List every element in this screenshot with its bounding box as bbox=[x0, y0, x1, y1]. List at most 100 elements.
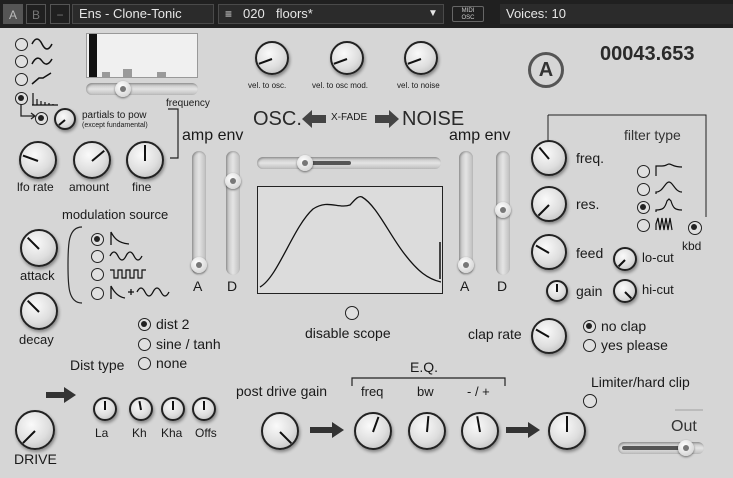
filter-res-label: res. bbox=[576, 196, 600, 212]
kha-knob[interactable] bbox=[161, 397, 185, 421]
vel-to-noise-knob[interactable] bbox=[404, 41, 438, 75]
dist-sine-tanh-radio[interactable] bbox=[138, 338, 151, 351]
value-display: 00043.653 bbox=[600, 43, 695, 65]
eq-minus-plus-label: - / + bbox=[467, 384, 490, 399]
post-drive-gain-knob[interactable] bbox=[261, 412, 299, 450]
offs-knob[interactable] bbox=[192, 397, 216, 421]
out-divider bbox=[675, 409, 703, 411]
filter-freq-label: freq. bbox=[576, 150, 605, 166]
attack-label: attack bbox=[20, 268, 55, 283]
a-button[interactable]: A bbox=[3, 4, 23, 24]
partials-graph[interactable] bbox=[86, 33, 198, 78]
no-clap-radio[interactable] bbox=[583, 320, 596, 333]
limiter-label: Limiter/hard clip bbox=[591, 374, 690, 390]
vel-to-osc-mod-label: vel. to osc mod. bbox=[312, 81, 369, 90]
partials-label: partials to pow bbox=[82, 110, 147, 121]
preset-selector[interactable]: ≡ 020 floors* ▼ bbox=[218, 4, 444, 24]
lfo-rate-knob[interactable] bbox=[19, 141, 57, 179]
xfade-slider[interactable] bbox=[257, 155, 441, 171]
minus-button[interactable]: − bbox=[50, 4, 70, 24]
dist-none-label: none bbox=[156, 355, 188, 371]
partial-bar-3 bbox=[123, 69, 132, 77]
midi-label: MIDI bbox=[461, 8, 475, 14]
out-volume-slider[interactable] bbox=[618, 440, 704, 456]
dist-none-radio[interactable] bbox=[138, 357, 151, 370]
output-gain-knob[interactable] bbox=[548, 412, 586, 450]
kh-knob[interactable] bbox=[129, 397, 153, 421]
lfo-wave-sine-radio[interactable] bbox=[15, 38, 28, 51]
amp-env-right-attack-slider[interactable] bbox=[458, 151, 474, 275]
post-drive-gain-label: post drive gain bbox=[236, 383, 328, 399]
voices-display: Voices: 10 bbox=[500, 4, 733, 24]
amp-env-right-attack-thumb[interactable] bbox=[458, 257, 474, 273]
la-knob[interactable] bbox=[93, 397, 117, 421]
frequency-slider[interactable] bbox=[86, 81, 198, 97]
instrument-name[interactable]: Ens - Clone-Tonic bbox=[72, 4, 214, 24]
fine-knob[interactable] bbox=[126, 141, 164, 179]
eq-bw-knob[interactable] bbox=[408, 412, 446, 450]
amount-knob[interactable] bbox=[73, 141, 111, 179]
mod-source-sine-radio[interactable] bbox=[91, 250, 104, 263]
lfo-wave-saw-radio[interactable] bbox=[15, 73, 28, 86]
filter-comb-radio[interactable] bbox=[637, 219, 650, 232]
b-button[interactable]: B bbox=[26, 4, 46, 24]
hi-cut-knob[interactable] bbox=[613, 279, 637, 303]
vel-to-osc-knob[interactable] bbox=[255, 41, 289, 75]
clap-rate-label: clap rate bbox=[468, 326, 522, 342]
limiter-toggle[interactable] bbox=[583, 394, 597, 408]
kbd-label: kbd bbox=[682, 239, 702, 253]
dist-2-radio[interactable] bbox=[138, 318, 151, 331]
amp-env-left-attack-slider[interactable] bbox=[191, 151, 207, 275]
mod-source-env-plus-sine-radio[interactable] bbox=[91, 287, 104, 300]
partials-sublabel: (except fundamental) bbox=[82, 122, 148, 129]
yes-please-radio[interactable] bbox=[583, 339, 596, 352]
amp-env-left-decay-slider[interactable] bbox=[225, 151, 241, 275]
vel-to-osc-label: vel. to osc. bbox=[248, 81, 287, 90]
comb-icon bbox=[655, 217, 673, 231]
hi-cut-label: hi-cut bbox=[642, 282, 674, 297]
mod-source-envelope-radio[interactable] bbox=[91, 233, 104, 246]
midi-osc-button[interactable]: MIDI OSC bbox=[452, 6, 484, 22]
drive-label: DRIVE bbox=[14, 451, 57, 467]
clap-rate-knob[interactable] bbox=[531, 318, 567, 354]
xfade-slider-thumb[interactable] bbox=[297, 155, 313, 171]
xfade-label: X-FADE bbox=[331, 112, 368, 123]
out-volume-thumb[interactable] bbox=[678, 440, 694, 456]
lo-cut-knob[interactable] bbox=[613, 247, 637, 271]
amp-env-left-attack-thumb[interactable] bbox=[191, 257, 207, 273]
frequency-slider-thumb[interactable] bbox=[115, 81, 131, 97]
amp-env-right-decay-thumb[interactable] bbox=[495, 202, 511, 218]
saw-wave-icon bbox=[31, 72, 52, 85]
eq-gain-knob[interactable] bbox=[461, 412, 499, 450]
peak-icon bbox=[655, 198, 683, 212]
eq-freq-knob[interactable] bbox=[354, 412, 392, 450]
lowpass-icon bbox=[655, 163, 683, 176]
mod-source-square-radio[interactable] bbox=[91, 268, 104, 281]
filter-peak-radio[interactable] bbox=[637, 201, 650, 214]
preset-name: floors* bbox=[276, 6, 313, 21]
partials-radio[interactable] bbox=[35, 112, 48, 125]
filter-res-knob[interactable] bbox=[531, 186, 567, 222]
disable-scope-toggle[interactable] bbox=[345, 306, 359, 320]
filter-bandpass-radio[interactable] bbox=[637, 183, 650, 196]
filter-feed-knob[interactable] bbox=[531, 234, 567, 270]
fine-label: fine bbox=[132, 180, 152, 194]
filter-gain-knob[interactable] bbox=[546, 280, 568, 302]
amp-env-left-a-label: A bbox=[193, 278, 203, 294]
amp-env-right-decay-slider[interactable] bbox=[495, 151, 511, 275]
filter-freq-knob[interactable] bbox=[531, 140, 567, 176]
decay-knob[interactable] bbox=[20, 292, 58, 330]
drive-knob[interactable] bbox=[15, 410, 55, 450]
filter-lowpass-radio[interactable] bbox=[637, 165, 650, 178]
attack-knob[interactable] bbox=[20, 229, 58, 267]
vel-to-noise-label: vel. to noise bbox=[397, 81, 440, 90]
drive-arrow-icon bbox=[46, 387, 76, 403]
lo-cut-label: lo-cut bbox=[642, 250, 674, 265]
partials-knob[interactable] bbox=[54, 108, 76, 130]
envelope-icon bbox=[110, 231, 130, 245]
out-label: Out bbox=[671, 418, 697, 435]
amp-env-left-decay-thumb[interactable] bbox=[225, 173, 241, 189]
kbd-toggle[interactable] bbox=[688, 221, 702, 235]
vel-to-osc-mod-knob[interactable] bbox=[330, 41, 364, 75]
lfo-wave-triangle-radio[interactable] bbox=[15, 55, 28, 68]
